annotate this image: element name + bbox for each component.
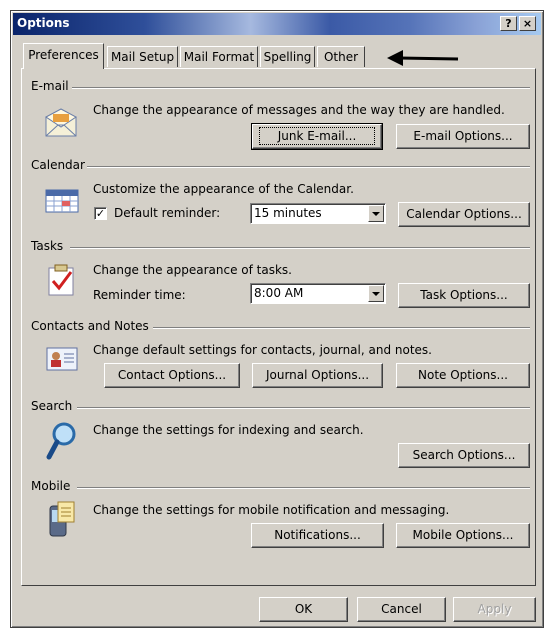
tab-label: Preferences [28, 48, 99, 62]
tab-preferences[interactable]: Preferences [23, 43, 104, 69]
tab-mail-setup[interactable]: Mail Setup [107, 46, 178, 67]
apply-button[interactable]: Apply [453, 597, 536, 622]
tab-mail-format[interactable]: Mail Format [180, 46, 258, 67]
tab-other[interactable]: Other [317, 46, 365, 67]
close-button[interactable]: × [519, 16, 536, 31]
left-arrow-icon [387, 50, 459, 66]
tab-label: Mail Format [183, 50, 255, 64]
cancel-button[interactable]: Cancel [357, 597, 446, 622]
title-bar[interactable]: Options ? × [13, 13, 541, 35]
tab-spelling[interactable]: Spelling [260, 46, 315, 67]
window-title: Options [17, 16, 70, 30]
preferences-panel [21, 68, 536, 586]
tab-label: Other [323, 50, 359, 64]
tab-label: Spelling [263, 50, 312, 64]
tab-label: Mail Setup [110, 50, 175, 64]
ok-button[interactable]: OK [259, 597, 348, 622]
help-button[interactable]: ? [500, 16, 517, 31]
